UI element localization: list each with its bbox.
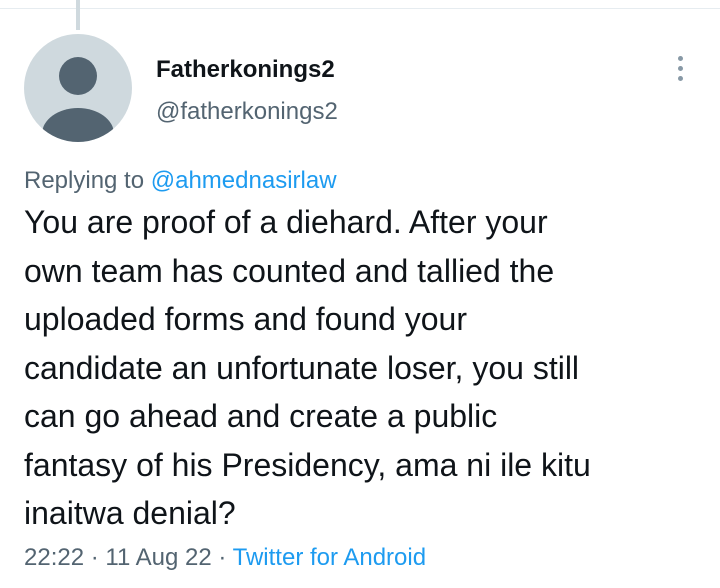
replying-to-label: Replying to xyxy=(24,167,145,194)
thread-connector-line xyxy=(76,0,80,30)
tweet-metadata: 22:22 · 11 Aug 22 · Twitter for Android xyxy=(24,543,426,573)
more-vertical-icon xyxy=(677,55,683,61)
meta-separator: · xyxy=(90,544,99,571)
more-vertical-icon-dot xyxy=(677,65,683,71)
author-display-name[interactable]: Fatherkonings2 xyxy=(156,55,335,85)
more-vertical-icon-dot xyxy=(677,75,683,81)
tweet-text: You are proof of a diehard. After your o… xyxy=(24,204,591,531)
meta-separator: · xyxy=(218,544,227,571)
tweet-time[interactable]: 22:22 xyxy=(24,544,84,571)
replying-to-line: Replying to @ahmednasirlaw xyxy=(24,166,337,196)
tweet-date[interactable]: 11 Aug 22 xyxy=(105,544,211,571)
more-options-button[interactable] xyxy=(664,50,696,86)
avatar[interactable] xyxy=(24,34,132,142)
default-avatar-icon xyxy=(42,57,114,142)
tweet-source-link[interactable]: Twitter for Android xyxy=(233,544,426,571)
author-handle[interactable]: @fatherkonings2 xyxy=(156,97,338,127)
replying-to-handle-link[interactable]: @ahmednasirlaw xyxy=(151,167,337,194)
top-divider xyxy=(0,8,720,9)
